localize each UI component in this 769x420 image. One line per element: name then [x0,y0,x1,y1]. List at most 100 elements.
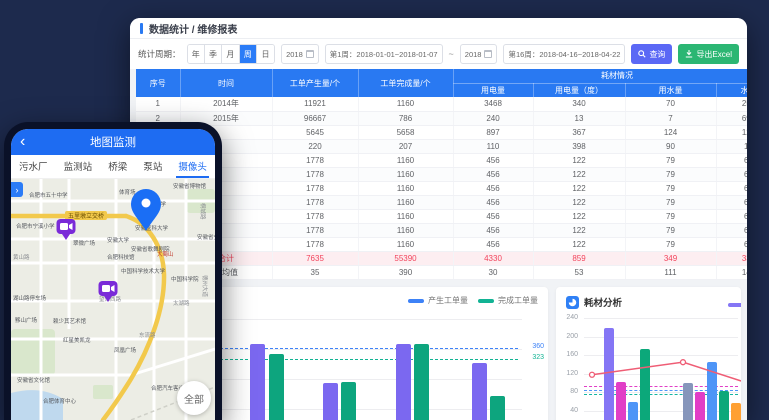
query-button[interactable]: 查询 [631,44,672,64]
legend-item[interactable]: 完成工单量 [478,295,538,306]
table-cell: 79 [625,153,716,167]
search-icon [638,50,646,58]
bar [695,392,705,420]
map-label: 凤凰广场 [114,346,137,354]
sub-column-header: 用电量 [453,83,533,97]
start-year-select[interactable]: 2018 [281,44,319,64]
back-icon[interactable]: ‹ [20,129,25,155]
calendar-icon [484,50,492,58]
sub-column-header: 水量 [716,83,747,97]
table-cell: 2014年 [180,97,272,111]
table-cell: 122 [533,181,625,195]
table-cell: 140 [716,265,747,279]
period-option-button[interactable]: 季 [205,45,222,63]
bar-完成工单量 [341,382,356,420]
table-cell: 79 [625,237,716,251]
table-cell: 207 [358,139,453,153]
park-area [11,329,55,375]
phone-tab-bar: 污水厂监测站桥梁泵站摄像头 [11,155,215,179]
bar [604,328,614,420]
column-header: 时间 [180,69,272,97]
report-table: 序号时间工单产生量/个工单完成量/个耗材情况用电量用电量（度）用水量水量 120… [136,69,747,280]
table-cell: 349 [625,251,716,265]
table-cell: 456 [453,237,533,251]
phone-page-title: 地图监测 [90,134,136,150]
bar [683,383,693,420]
map-label: 大蜀山 [157,250,174,258]
phone-tab-污水厂[interactable]: 污水厂 [17,155,50,178]
y-axis-tick: 160 [560,351,578,358]
table-cell: 4330 [453,251,533,265]
column-header: 工单产生量/个 [272,69,358,97]
table-row: 177811604561227967 [136,153,747,167]
bar-产生工单量 [323,383,338,420]
period-option-button[interactable]: 月 [222,45,239,63]
consumable-chart-card: 耗材分析 2402001601208040 [556,287,741,420]
chart-title-text: 耗材分析 [584,295,622,309]
table-cell: 1160 [358,209,453,223]
table-cell: 1778 [272,181,358,195]
map-label: 翠微广场 [73,239,96,247]
accent-bar [140,23,143,34]
table-cell: 456 [453,195,533,209]
start-week-value: 第1周：2018-01-01~2018-01-07 [330,49,438,60]
panel-expander-button[interactable]: › [11,182,23,197]
table-cell: 19 [716,139,747,153]
export-excel-button[interactable]: 导出Excel [678,44,739,64]
table-cell: 1160 [358,237,453,251]
period-option-button[interactable]: 年 [188,45,205,63]
start-year-value: 2018 [286,50,303,59]
map-label: 安徽省文化馆 [17,376,51,384]
table-cell: 332 [716,251,747,265]
table-row: 177811604561227967 [136,237,747,251]
legend-item[interactable]: 产生工单量 [408,295,468,306]
header-row: 序号时间工单产生量/个工单完成量/个耗材情况 [136,69,747,83]
group-header: 耗材情况 [453,69,747,83]
guide-value: 323 [532,354,544,361]
map-label: 安徽大学 [107,236,130,244]
chart-legend[interactable] [728,303,741,307]
table-row: 12014年119211160346834070250 [136,97,747,111]
end-week-input[interactable]: 第16周：2018-04-16~2018-04-22 [503,44,625,64]
table-cell: 220 [272,139,358,153]
phone-tab-监测站[interactable]: 监测站 [62,155,95,178]
end-year-select[interactable]: 2018 [460,44,498,64]
table-row: 177811604561227967 [136,209,747,223]
table-cell: 79 [625,167,716,181]
period-option-button[interactable]: 周 [240,45,257,63]
phone-tab-摄像头[interactable]: 摄像头 [176,155,209,178]
bar [731,403,741,420]
table-cell: 67 [716,223,747,237]
table-cell: 1778 [272,195,358,209]
phone-tab-泵站[interactable]: 泵站 [141,155,164,178]
table-cell: 1 [136,97,180,111]
average-row: 平均值353903053111140 [136,265,747,279]
sub-column-header: 用水量 [625,83,716,97]
map-canvas[interactable]: 五里墩立交桥 合肥市五十中学体育场安徽农业大学安徽省博物馆合肥市宁溪小学安徽医科… [11,179,215,420]
table-cell: 340 [533,97,625,111]
bar-产生工单量 [396,344,411,420]
legend-label: 完成工单量 [498,295,538,306]
start-week-input[interactable]: 第1周：2018-01-01~2018-01-07 [325,44,443,64]
bar-产生工单量 [250,344,265,420]
legend-label: 产生工单量 [428,295,468,306]
table-body: 12014年11921116034683407025022015年9666778… [136,97,747,279]
period-label: 统计周期： [138,48,181,60]
table-cell: 398 [533,139,625,153]
breadcrumb: 数据统计 / 维修报表 [130,18,747,39]
phone-tab-桥梁[interactable]: 桥梁 [106,155,129,178]
period-option-button[interactable]: 日 [257,45,274,63]
breadcrumb-text: 数据统计 / 维修报表 [149,21,237,36]
table-cell: 110 [453,139,533,153]
all-filter-button[interactable]: 全部 [177,381,211,415]
bar-完成工单量 [490,396,505,420]
bar [616,382,626,420]
download-icon [685,50,693,58]
table-cell: 7635 [272,251,358,265]
map-label: 德州大道 [201,275,209,298]
column-header: 序号 [136,69,180,97]
map-label: 中国科学技术大学 [121,267,166,275]
map-label: 黄山路 [13,253,30,261]
table-row: 22015年96667786240137690 [136,111,747,125]
table-cell: 5645 [272,125,358,139]
